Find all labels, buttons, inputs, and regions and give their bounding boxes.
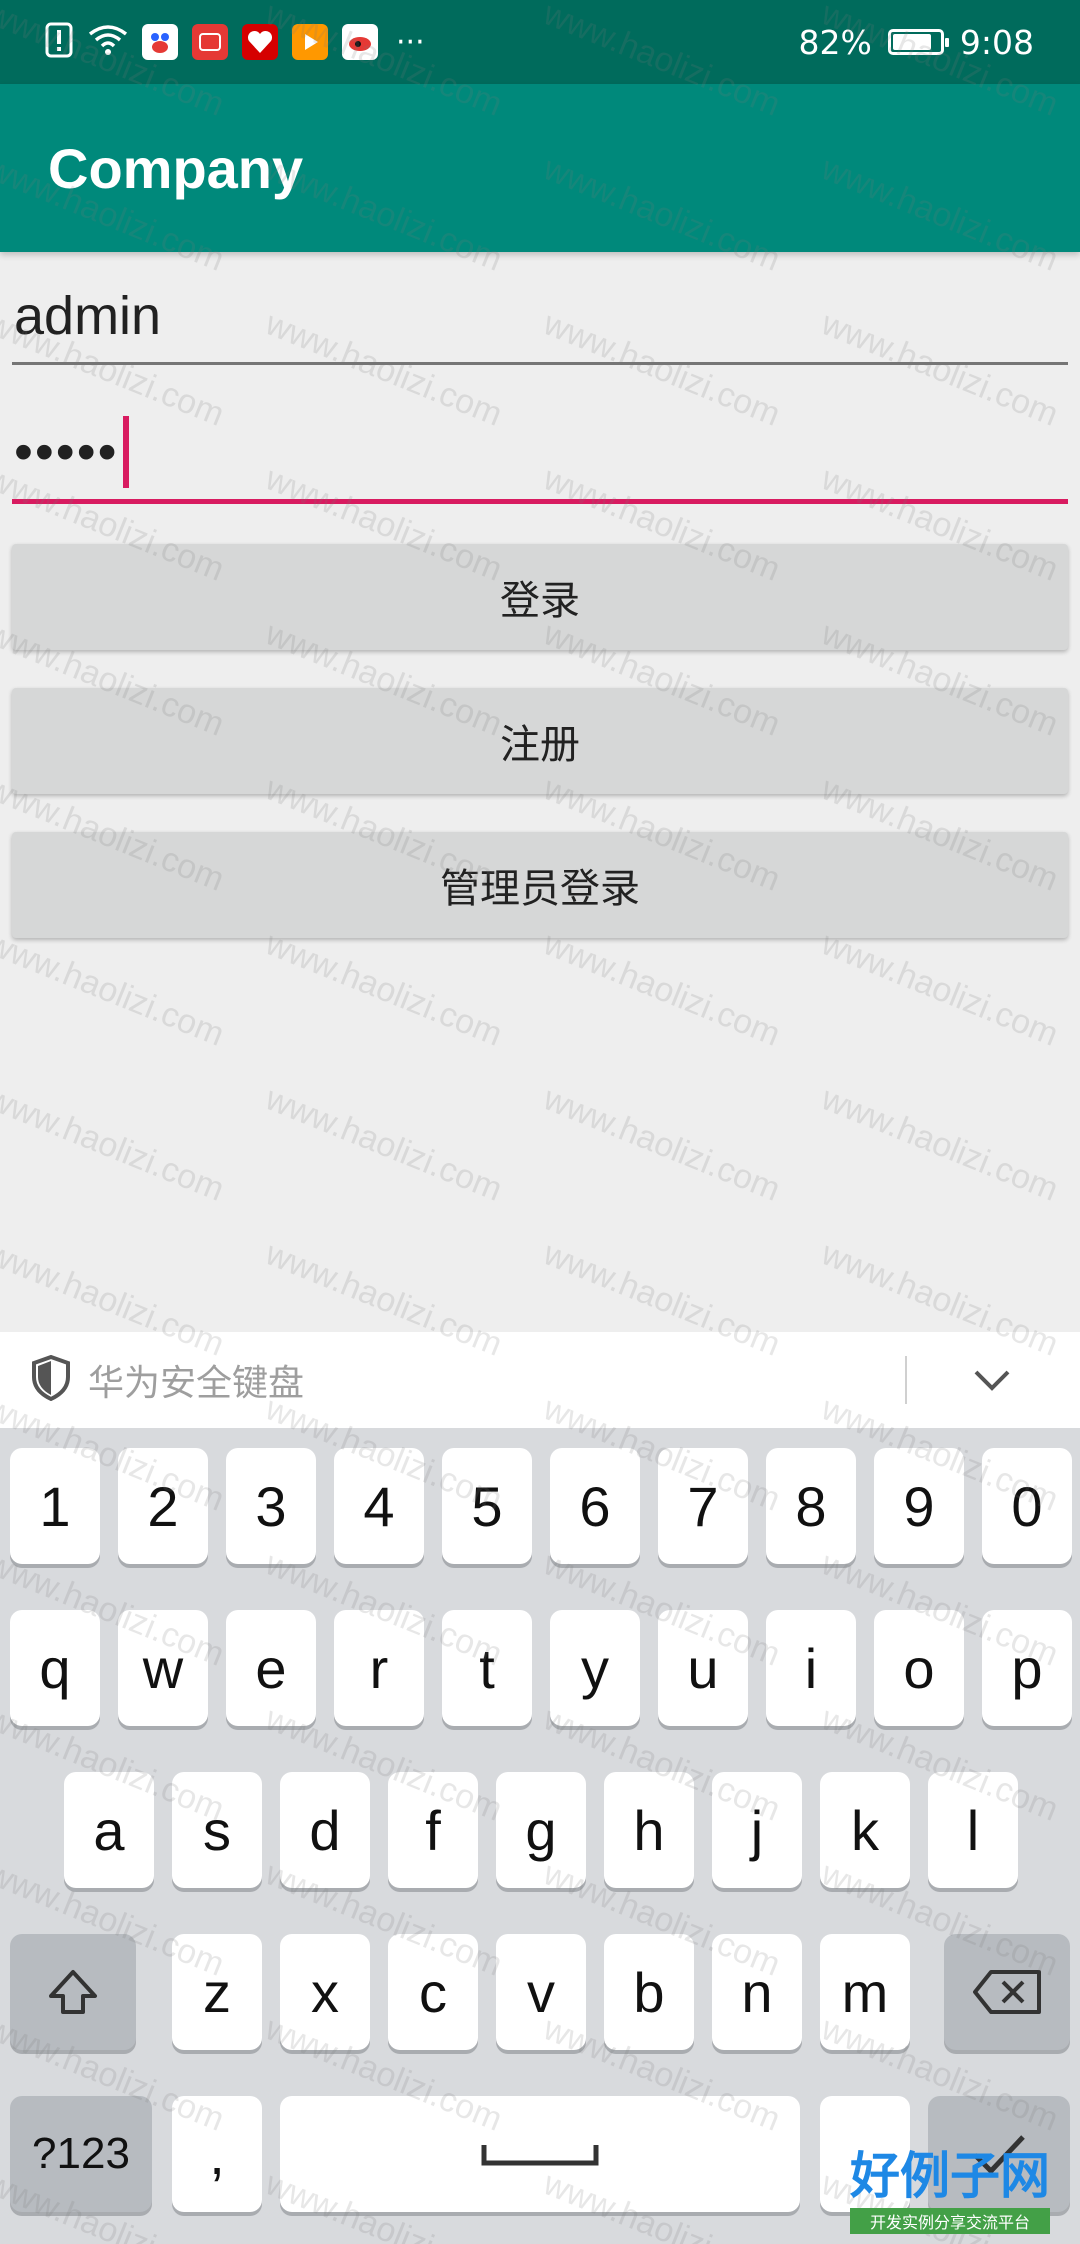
status-bar: ··· 82% 9:08	[0, 0, 1080, 84]
header-divider	[905, 1356, 907, 1404]
key-i[interactable]: i	[766, 1610, 856, 1726]
password-field[interactable]: •••••	[12, 412, 1068, 504]
watermark-text: www.haolizi.com	[816, 1079, 1064, 1209]
key-u[interactable]: u	[658, 1610, 748, 1726]
key-b[interactable]: b	[604, 1934, 694, 2050]
shift-key[interactable]	[10, 1934, 136, 2050]
key-h[interactable]: h	[604, 1772, 694, 1888]
key-4[interactable]: 4	[334, 1448, 424, 1564]
key-a[interactable]: a	[64, 1772, 154, 1888]
huawei-app-icon	[192, 24, 228, 60]
baidu-app-icon	[142, 24, 178, 60]
key-g[interactable]: g	[496, 1772, 586, 1888]
key-o[interactable]: o	[874, 1610, 964, 1726]
brand-watermark: 好例子网 开发实例分享交流平台	[850, 2136, 1050, 2234]
key-t[interactable]: t	[442, 1610, 532, 1726]
app-bar: Company	[0, 84, 1080, 252]
brand-logo-text: 好例子网	[850, 2146, 1050, 2205]
sina-app-icon	[342, 24, 378, 60]
watermark-text: www.haolizi.com	[538, 1079, 786, 1209]
key-v[interactable]: v	[496, 1934, 586, 2050]
key-1[interactable]: 1	[10, 1448, 100, 1564]
key-c[interactable]: c	[388, 1934, 478, 2050]
key-5[interactable]: 5	[442, 1448, 532, 1564]
key-r[interactable]: r	[334, 1610, 424, 1726]
space-key[interactable]	[280, 2096, 800, 2212]
clock: 9:08	[959, 22, 1034, 62]
key-f[interactable]: f	[388, 1772, 478, 1888]
notification-icons: ···	[44, 22, 425, 62]
space-icon	[481, 2145, 599, 2166]
comma-key[interactable]: ,	[172, 2096, 262, 2212]
key-n[interactable]: n	[712, 1934, 802, 2050]
key-s[interactable]: s	[172, 1772, 262, 1888]
watermark-text: www.haolizi.com	[260, 1079, 508, 1209]
watermark-text: www.haolizi.com	[0, 924, 230, 1054]
backspace-key[interactable]	[944, 1934, 1070, 2050]
app-title: Company	[48, 136, 304, 200]
key-k[interactable]: k	[820, 1772, 910, 1888]
key-q[interactable]: q	[10, 1610, 100, 1726]
key-j[interactable]: j	[712, 1772, 802, 1888]
watermark-text: www.haolizi.com	[816, 924, 1064, 1054]
backspace-icon	[973, 1970, 1041, 2014]
chevron-down-icon[interactable]	[964, 1352, 1020, 1408]
admin-login-button[interactable]: 管理员登录	[12, 832, 1068, 938]
key-z[interactable]: z	[172, 1934, 262, 2050]
battery-percent: 82%	[798, 22, 872, 62]
key-m[interactable]: m	[820, 1934, 910, 2050]
register-button[interactable]: 注册	[12, 688, 1068, 794]
key-x[interactable]: x	[280, 1934, 370, 2050]
key-w[interactable]: w	[118, 1610, 208, 1726]
key-6[interactable]: 6	[550, 1448, 640, 1564]
login-button[interactable]: 登录	[12, 544, 1068, 650]
wifi-icon	[88, 24, 128, 60]
username-field[interactable]: admin	[12, 285, 1068, 365]
keyboard-header: 华为安全键盘	[0, 1332, 1080, 1428]
watermark-text: www.haolizi.com	[538, 924, 786, 1054]
key-2[interactable]: 2	[118, 1448, 208, 1564]
key-d[interactable]: d	[280, 1772, 370, 1888]
watermark-text: www.haolizi.com	[260, 924, 508, 1054]
password-value: •••••	[14, 422, 119, 482]
video-app-icon	[292, 24, 328, 60]
key-8[interactable]: 8	[766, 1448, 856, 1564]
shield-icon	[30, 1354, 72, 1405]
key-3[interactable]: 3	[226, 1448, 316, 1564]
key-9[interactable]: 9	[874, 1448, 964, 1564]
shift-icon	[49, 1970, 97, 2014]
watermark-text: www.haolizi.com	[0, 1079, 230, 1209]
battery-icon	[887, 29, 949, 55]
keyboard: 1234567890 qwertyuiop asdfghjkl zxcvbnm …	[0, 1428, 1080, 2244]
key-0[interactable]: 0	[982, 1448, 1072, 1564]
username-value: admin	[14, 286, 162, 346]
key-e[interactable]: e	[226, 1610, 316, 1726]
key-l[interactable]: l	[928, 1772, 1018, 1888]
text-cursor	[122, 416, 129, 488]
key-y[interactable]: y	[550, 1610, 640, 1726]
alert-icon	[44, 22, 74, 62]
more-notifications-icon: ···	[396, 24, 425, 60]
heart-app-icon	[242, 24, 278, 60]
key-7[interactable]: 7	[658, 1448, 748, 1564]
secure-keyboard-label: 华为安全键盘	[88, 1363, 305, 1404]
key-p[interactable]: p	[982, 1610, 1072, 1726]
symbols-key[interactable]: ?123	[10, 2096, 152, 2212]
brand-tagline: 开发实例分享交流平台	[850, 2208, 1050, 2234]
